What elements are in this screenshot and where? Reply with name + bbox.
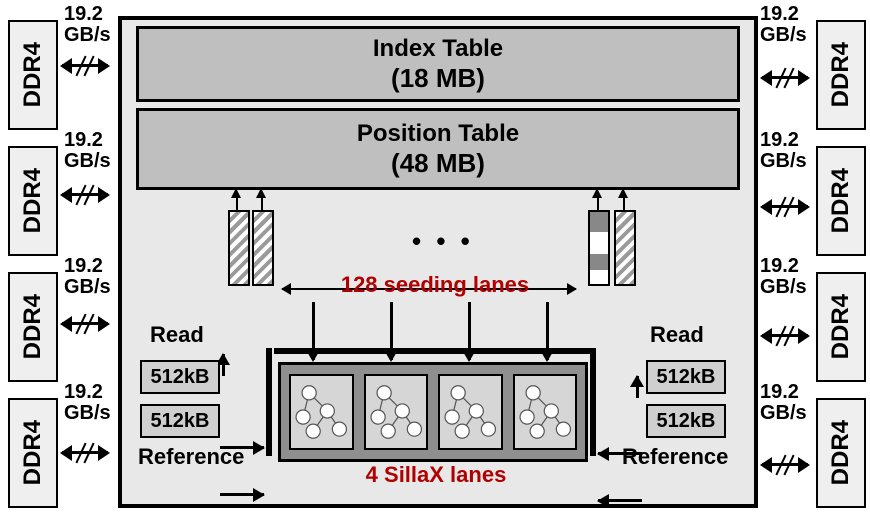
buffer-512kb: 512kB [140, 360, 220, 394]
sillax-lane [513, 374, 578, 450]
graph-icon [291, 376, 352, 448]
sillax-lane [289, 374, 354, 450]
ddr4-right-2: DDR4 [816, 272, 866, 382]
buffer-512kb: 512kB [140, 404, 220, 438]
ddr4-label: DDR4 [19, 420, 47, 485]
bus-arrow-right-0 [762, 76, 808, 79]
bus-arrow-left-2 [62, 322, 108, 325]
position-table-block: Position Table (48 MB) [136, 108, 740, 190]
bw-right-0: 19.2GB/s [760, 4, 807, 46]
graph-icon [366, 376, 427, 448]
seeding-lane-bar [252, 210, 274, 286]
sillax-caption: 4 SillaX lanes [346, 462, 526, 488]
read-label-right: Read [650, 322, 704, 348]
lane-up-stem [597, 196, 599, 210]
lane-up-arrow-icon [618, 188, 628, 198]
lane-up-stem [261, 196, 263, 210]
buf-to-bus-arrow [598, 499, 642, 502]
lane-up-arrow-icon [256, 188, 266, 198]
lane-up-arrow-icon [231, 188, 241, 198]
sillax-lane [364, 374, 429, 450]
sillax-lane [438, 374, 503, 450]
reference-label-left: Reference [138, 444, 244, 470]
position-table-size: (48 MB) [391, 148, 485, 179]
graph-icon [515, 376, 576, 448]
ddr4-label: DDR4 [827, 420, 855, 485]
ellipsis: • • • [412, 226, 474, 257]
ddr4-right-3: DDR4 [816, 398, 866, 508]
index-table-block: Index Table (18 MB) [136, 26, 740, 102]
ddr4-label: DDR4 [19, 42, 47, 107]
ddr4-label: DDR4 [827, 42, 855, 107]
vertical-bus-right [590, 348, 596, 456]
bw-left-0: 19.2GB/s [64, 4, 111, 46]
ddr4-right-1: DDR4 [816, 146, 866, 256]
bus-arrow-left-0 [62, 64, 108, 67]
bw-right-1: 19.2GB/s [760, 130, 807, 172]
bw-left-1: 19.2GB/s [64, 130, 111, 172]
bw-left-2: 19.2GB/s [64, 256, 111, 298]
bus-arrow-right-2 [762, 334, 808, 337]
ddr4-left-0: DDR4 [8, 20, 58, 130]
seeding-lane-bar [614, 210, 636, 286]
buffer-512kb: 512kB [646, 360, 726, 394]
seeding-down-arrow [468, 302, 471, 360]
bw-right-3: 19.2GB/s [760, 382, 807, 424]
bw-right-2: 19.2GB/s [760, 256, 807, 298]
sillax-lanes-block [278, 362, 588, 462]
seeding-lane-bar [228, 210, 250, 286]
position-table-title: Position Table [357, 120, 519, 148]
bus-arrow-left-1 [62, 193, 108, 196]
index-table-title: Index Table [373, 35, 503, 63]
lane-up-stem [236, 196, 238, 210]
ddr4-label: DDR4 [19, 294, 47, 359]
seeding-lane-bar [588, 210, 610, 286]
ddr4-left-1: DDR4 [8, 146, 58, 256]
read-up-arrow-right [636, 376, 639, 398]
seeding-lanes-caption: 128 seeding lanes [330, 272, 540, 298]
ddr4-left-3: DDR4 [8, 398, 58, 508]
buf-to-bus-arrow [220, 493, 264, 496]
lane-up-stem [623, 196, 625, 210]
architecture-diagram: DDR4 DDR4 DDR4 DDR4 19.2GB/s 19.2GB/s 19… [0, 0, 870, 512]
bus-arrow-right-3 [762, 463, 808, 466]
seeding-down-arrow [546, 302, 549, 360]
read-up-arrow-left [222, 354, 225, 376]
buffer-512kb: 512kB [646, 404, 726, 438]
bus-arrow-left-3 [62, 451, 108, 454]
ddr4-left-2: DDR4 [8, 272, 58, 382]
index-table-size: (18 MB) [391, 63, 485, 94]
ddr4-label: DDR4 [19, 168, 47, 233]
bw-left-3: 19.2GB/s [64, 382, 111, 424]
graph-icon [440, 376, 501, 448]
seeding-down-arrow [312, 302, 315, 360]
vertical-bus-left [266, 348, 272, 456]
ddr4-label: DDR4 [827, 294, 855, 359]
read-label-left: Read [150, 322, 204, 348]
seeding-down-arrow [390, 302, 393, 360]
ddr4-label: DDR4 [827, 168, 855, 233]
lane-up-arrow-icon [592, 188, 602, 198]
reference-label-right: Reference [622, 444, 728, 470]
ddr4-right-0: DDR4 [816, 20, 866, 130]
bus-arrow-right-1 [762, 205, 808, 208]
